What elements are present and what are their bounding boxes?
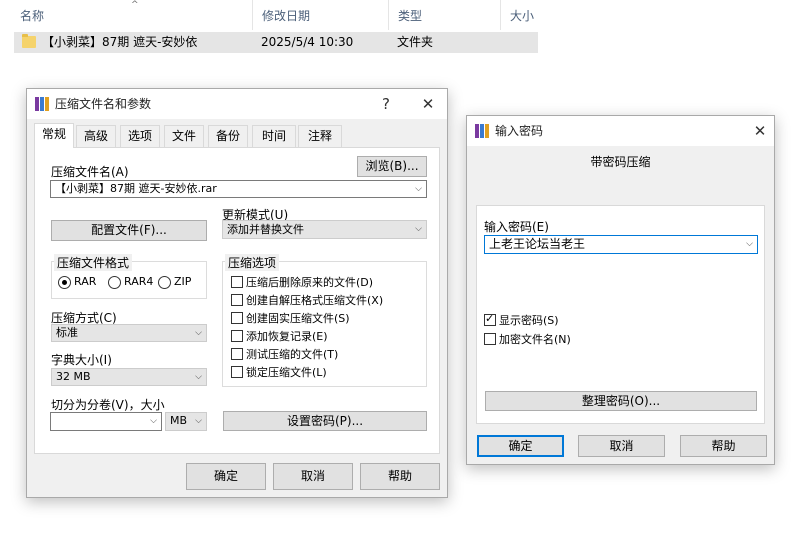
close-icon[interactable]: ✕ <box>745 116 775 146</box>
chevron-down-icon[interactable]: ⌵ <box>150 413 157 429</box>
compress-ok-button[interactable]: 确定 <box>186 463 266 490</box>
radio-zip-label: ZIP <box>174 275 192 288</box>
option-solid-label: 创建固实压缩文件(S) <box>246 312 350 325</box>
profiles-button[interactable]: 配置文件(F)... <box>51 220 207 241</box>
method-select[interactable]: 标准 ⌵ <box>51 324 207 342</box>
option-lock-checkbox[interactable] <box>231 366 243 378</box>
password-dialog-title: 输入密码 <box>495 124 544 138</box>
compress-help-button[interactable]: 帮助 <box>360 463 440 490</box>
show-password-label: 显示密码(S) <box>499 314 559 327</box>
winrar-icon <box>475 124 489 138</box>
option-lock-label: 锁定压缩文件(L) <box>246 366 327 379</box>
radio-rar-label: RAR <box>74 275 97 288</box>
option-recovery-label: 添加恢复记录(E) <box>246 330 328 343</box>
split-size-input[interactable]: ⌵ <box>50 412 162 431</box>
tab-files[interactable]: 文件 <box>164 125 204 147</box>
column-size[interactable]: 大小 <box>504 0 534 32</box>
tab-backup[interactable]: 备份 <box>208 125 248 147</box>
dict-label: 字典大小(I) <box>51 353 112 367</box>
split-label: 切分为分卷(V)，大小 <box>51 398 165 412</box>
close-icon[interactable]: ✕ <box>413 89 443 119</box>
tab-options[interactable]: 选项 <box>120 125 160 147</box>
chevron-down-icon: ⌵ <box>195 372 202 382</box>
update-mode-value: 添加并替换文件 <box>227 223 304 236</box>
column-name[interactable]: 名称 <box>14 0 44 32</box>
option-test-label: 测试压缩的文件(T) <box>246 348 339 361</box>
option-recovery-checkbox[interactable] <box>231 330 243 342</box>
help-icon[interactable]: ? <box>371 89 401 119</box>
update-mode-select[interactable]: 添加并替换文件 ⌵ <box>222 220 427 239</box>
browse-button[interactable]: 浏览(B)... <box>357 156 427 177</box>
tab-comment[interactable]: 注释 <box>298 125 342 147</box>
compress-dialog-titlebar[interactable]: 压缩文件名和参数 ? ✕ <box>27 89 447 119</box>
dict-select[interactable]: 32 MB ⌵ <box>51 368 207 386</box>
tab-time[interactable]: 时间 <box>252 125 296 147</box>
format-group-title: 压缩文件格式 <box>54 254 133 271</box>
file-type: 文件夹 <box>397 35 434 49</box>
option-test-checkbox[interactable] <box>231 348 243 360</box>
column-divider <box>388 0 389 30</box>
chevron-down-icon: ⌵ <box>195 328 202 338</box>
option-sfx-checkbox[interactable] <box>231 294 243 306</box>
password-cancel-button[interactable]: 取消 <box>578 435 665 457</box>
method-value: 标准 <box>56 326 78 339</box>
password-ok-button[interactable]: 确定 <box>477 435 564 457</box>
password-value: 上老王论坛当老王 <box>489 237 586 251</box>
radio-zip[interactable] <box>158 276 171 289</box>
radio-rar4[interactable] <box>108 276 121 289</box>
column-divider <box>252 0 253 30</box>
archive-name-value: 【小剥菜】87期 遮天-安妙依.rar <box>55 182 217 195</box>
option-sfx-label: 创建自解压格式压缩文件(X) <box>246 294 384 307</box>
chevron-down-icon[interactable]: ⌵ <box>746 236 753 253</box>
encrypt-names-checkbox[interactable] <box>484 333 496 345</box>
folder-icon <box>22 34 36 48</box>
password-input[interactable]: 上老王论坛当老王 ⌵ <box>484 235 758 254</box>
archive-name-input[interactable]: 【小剥菜】87期 遮天-安妙依.rar ⌵ <box>50 180 427 198</box>
password-dialog-subtitle: 带密码压缩 <box>590 155 651 169</box>
winrar-icon <box>35 97 49 111</box>
password-label: 输入密码(E) <box>484 220 549 234</box>
option-delete-label: 压缩后删除原来的文件(D) <box>246 276 374 289</box>
organize-passwords-button[interactable]: 整理密码(O)... <box>485 391 757 411</box>
radio-rar[interactable] <box>58 276 71 289</box>
archive-name-label: 压缩文件名(A) <box>51 165 129 179</box>
dict-value: 32 MB <box>56 370 91 383</box>
file-modified: 2025/5/4 10:30 <box>261 35 354 49</box>
show-password-checkbox[interactable] <box>484 312 496 326</box>
password-help-button[interactable]: 帮助 <box>680 435 767 457</box>
file-name: 【小剥菜】87期 遮天-安妙依 <box>42 35 198 49</box>
compress-dialog-title: 压缩文件名和参数 <box>55 97 152 111</box>
chevron-down-icon: ⌵ <box>195 416 202 426</box>
tab-general[interactable]: 常规 <box>34 123 74 148</box>
option-solid-checkbox[interactable] <box>231 312 243 324</box>
tab-advanced[interactable]: 高级 <box>76 125 116 147</box>
split-unit-select[interactable]: MB ⌵ <box>165 412 207 431</box>
options-group-title: 压缩选项 <box>225 254 280 271</box>
set-password-button[interactable]: 设置密码(P)... <box>223 411 427 431</box>
password-dialog-titlebar[interactable]: 输入密码 ✕ <box>467 116 774 146</box>
radio-rar4-label: RAR4 <box>124 275 154 288</box>
encrypt-names-label: 加密文件名(N) <box>499 333 571 346</box>
chevron-down-icon: ⌵ <box>415 224 422 234</box>
compress-cancel-button[interactable]: 取消 <box>273 463 353 490</box>
sort-arrow-icon: ^ <box>131 0 139 10</box>
split-unit-value: MB <box>170 414 188 427</box>
column-modified[interactable]: 修改日期 <box>256 0 310 32</box>
file-row[interactable]: 【小剥菜】87期 遮天-安妙依 2025/5/4 10:30 文件夹 <box>14 32 538 53</box>
option-delete-checkbox[interactable] <box>231 276 243 288</box>
chevron-down-icon[interactable]: ⌵ <box>415 181 422 197</box>
column-type[interactable]: 类型 <box>392 0 422 32</box>
column-divider <box>500 0 501 30</box>
